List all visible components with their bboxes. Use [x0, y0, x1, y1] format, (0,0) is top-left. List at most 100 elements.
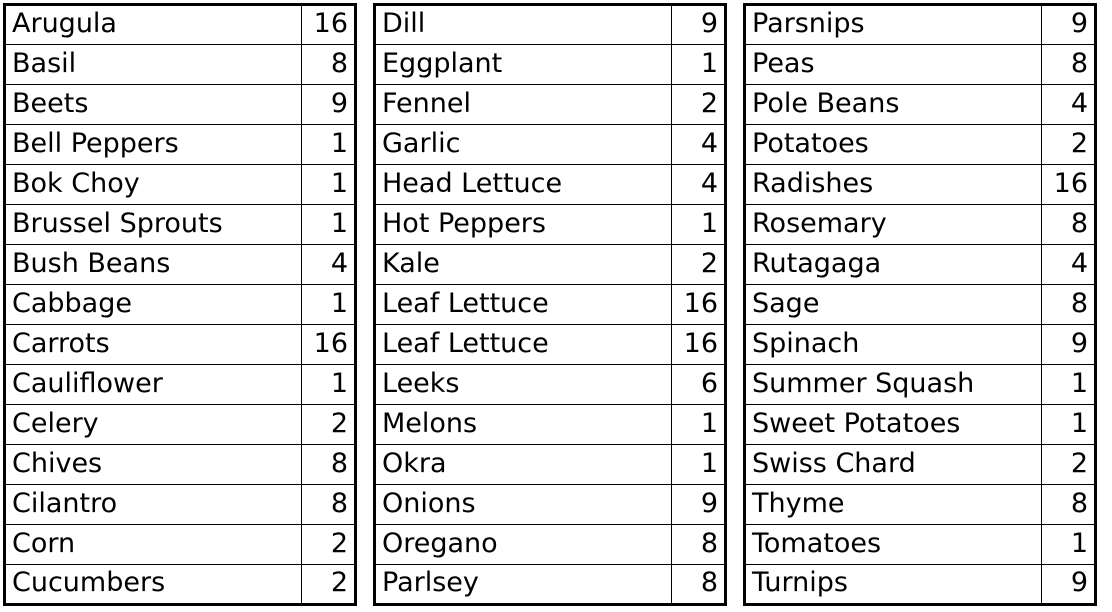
item-quantity-cell: 4 [671, 164, 726, 205]
item-quantity-cell: 2 [301, 564, 356, 605]
item-name-cell: Summer Squash [744, 364, 1042, 405]
item-name-cell: Oregano [374, 524, 672, 565]
table-row: Dill 9 [374, 4, 726, 45]
table-row: Celery 2 [4, 404, 356, 445]
table-row: Garlic 4 [374, 124, 726, 165]
table-row: Leaf Lettuce 16 [374, 284, 726, 325]
item-quantity-cell: 2 [301, 524, 356, 565]
item-name-cell: Rosemary [744, 204, 1042, 245]
item-quantity-cell: 8 [1041, 284, 1096, 325]
item-name-cell: Bush Beans [4, 244, 302, 285]
item-quantity-cell: 9 [671, 484, 726, 525]
table-row: Thyme 8 [744, 484, 1096, 525]
item-name-cell: Radishes [744, 164, 1042, 205]
item-quantity-cell: 16 [671, 324, 726, 365]
table-row: Sage 8 [744, 284, 1096, 325]
item-name-cell: Leaf Lettuce [374, 284, 672, 325]
item-quantity-cell: 8 [671, 524, 726, 565]
item-quantity-cell: 8 [301, 484, 356, 525]
table-row: Oregano 8 [374, 524, 726, 565]
table-row: Okra 1 [374, 444, 726, 485]
veg-table-3: Parsnips 9 Peas 8 Pole Beans 4 Potatoes 2 Radish… [743, 3, 1097, 606]
table-row: Onions 9 [374, 484, 726, 525]
item-name-cell: Okra [374, 444, 672, 485]
item-name-cell: Potatoes [744, 124, 1042, 165]
item-quantity-cell: 1 [671, 444, 726, 485]
item-name-cell: Onions [374, 484, 672, 525]
item-name-cell: Leeks [374, 364, 672, 405]
item-name-cell: Brussel Sprouts [4, 204, 302, 245]
table-row: Swiss Chard 2 [744, 444, 1096, 485]
item-quantity-cell: 1 [671, 204, 726, 245]
item-name-cell: Peas [744, 44, 1042, 85]
item-quantity-cell: 8 [301, 44, 356, 85]
table-row: Beets 9 [4, 84, 356, 125]
item-quantity-cell: 2 [1041, 124, 1096, 165]
item-name-cell: Corn [4, 524, 302, 565]
item-name-cell: Rutagaga [744, 244, 1042, 285]
table-row: Cucumbers 2 [4, 564, 356, 605]
item-quantity-cell: 4 [671, 124, 726, 165]
table-row: Sweet Potatoes 1 [744, 404, 1096, 445]
item-name-cell: Turnips [744, 564, 1042, 605]
item-name-cell: Swiss Chard [744, 444, 1042, 485]
item-name-cell: Spinach [744, 324, 1042, 365]
item-quantity-cell: 16 [671, 284, 726, 325]
item-quantity-cell: 8 [1041, 44, 1096, 85]
veg-table-1: Arugula 16 Basil 8 Beets 9 Bell Peppers 1 Bok Ch… [3, 3, 357, 606]
table-row: Carrots 16 [4, 324, 356, 365]
table-row: Bok Choy 1 [4, 164, 356, 205]
item-name-cell: Dill [374, 4, 672, 45]
table-row: Turnips 9 [744, 564, 1096, 605]
item-name-cell: Chives [4, 444, 302, 485]
table-row: Leeks 6 [374, 364, 726, 405]
item-quantity-cell: 16 [301, 4, 356, 45]
item-name-cell: Carrots [4, 324, 302, 365]
item-quantity-cell: 4 [301, 244, 356, 285]
item-name-cell: Melons [374, 404, 672, 445]
table-row: Cauliflower 1 [4, 364, 356, 405]
item-name-cell: Cucumbers [4, 564, 302, 605]
item-quantity-cell: 1 [301, 364, 356, 405]
item-quantity-cell: 1 [671, 404, 726, 445]
table-row: Melons 1 [374, 404, 726, 445]
item-quantity-cell: 8 [1041, 484, 1096, 525]
item-quantity-cell: 8 [671, 564, 726, 605]
item-quantity-cell: 16 [1041, 164, 1096, 205]
table-row: Cilantro 8 [4, 484, 356, 525]
table-row: Pole Beans 4 [744, 84, 1096, 125]
table-row: Potatoes 2 [744, 124, 1096, 165]
item-quantity-cell: 6 [671, 364, 726, 405]
table-row: Radishes 16 [744, 164, 1096, 205]
item-quantity-cell: 1 [1041, 524, 1096, 565]
table-row: Kale 2 [374, 244, 726, 285]
item-quantity-cell: 16 [301, 324, 356, 365]
table-row: Eggplant 1 [374, 44, 726, 85]
table-row: Bell Peppers 1 [4, 124, 356, 165]
item-quantity-cell: 1 [1041, 404, 1096, 445]
table-row: Head Lettuce 4 [374, 164, 726, 205]
table-row: Tomatoes 1 [744, 524, 1096, 565]
item-name-cell: Sage [744, 284, 1042, 325]
table-body: Dill 9 Eggplant 1 Fennel 2 Garlic 4 Head Lettuce… [374, 4, 726, 605]
item-name-cell: Thyme [744, 484, 1042, 525]
table-row: Arugula 16 [4, 4, 356, 45]
item-name-cell: Parlsey [374, 564, 672, 605]
item-quantity-cell: 2 [671, 244, 726, 285]
item-quantity-cell: 1 [301, 204, 356, 245]
table-row: Hot Peppers 1 [374, 204, 726, 245]
table-row: Parsnips 9 [744, 4, 1096, 45]
item-name-cell: Cabbage [4, 284, 302, 325]
tables-container: Arugula 16 Basil 8 Beets 9 Bell Peppers 1 Bok Ch… [0, 0, 1112, 606]
item-quantity-cell: 1 [301, 284, 356, 325]
item-quantity-cell: 9 [671, 4, 726, 45]
item-name-cell: Kale [374, 244, 672, 285]
item-quantity-cell: 1 [671, 44, 726, 85]
item-quantity-cell: 2 [301, 404, 356, 445]
item-name-cell: Parsnips [744, 4, 1042, 45]
table-row: Brussel Sprouts 1 [4, 204, 356, 245]
table-body: Parsnips 9 Peas 8 Pole Beans 4 Potatoes 2 Radish… [744, 4, 1096, 605]
item-name-cell: Beets [4, 84, 302, 125]
item-quantity-cell: 8 [1041, 204, 1096, 245]
item-quantity-cell: 2 [671, 84, 726, 125]
